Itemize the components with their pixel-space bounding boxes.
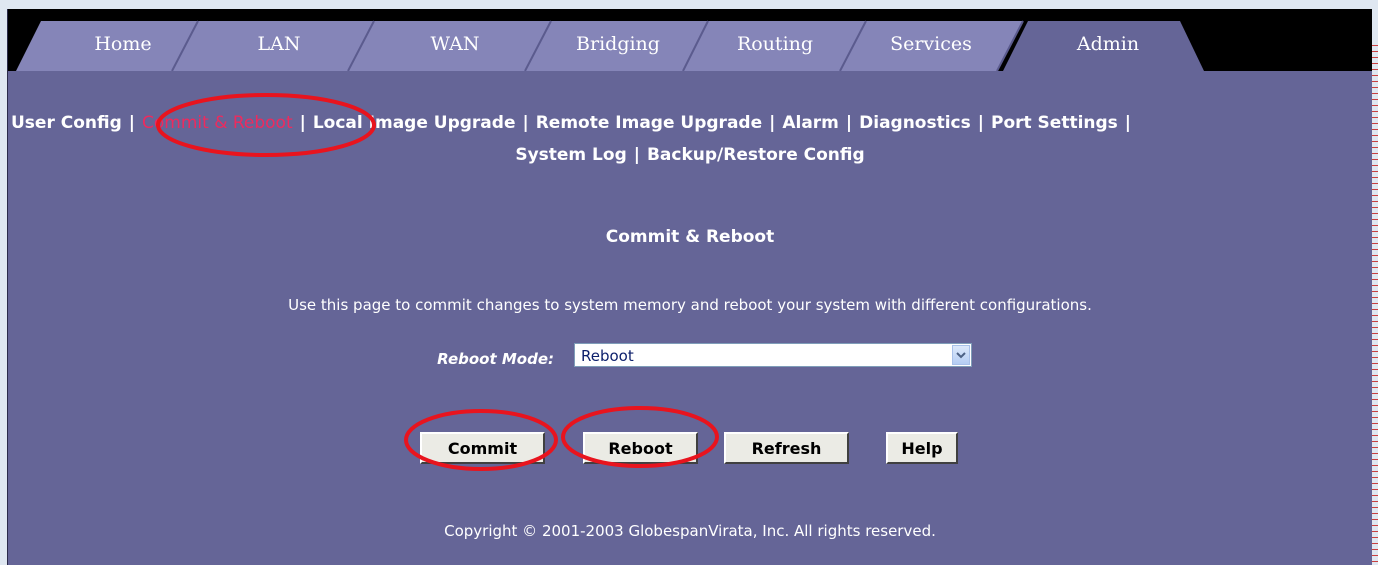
tab-services[interactable]: Services (876, 33, 986, 55)
subnav-local-image-upgrade[interactable]: Local Image Upgrade (313, 113, 516, 133)
tab-bar: Home LAN WAN Bridging Routing Services A… (8, 9, 1372, 71)
tab-admin[interactable]: Admin (1058, 33, 1158, 55)
router-admin-page: Home LAN WAN Bridging Routing Services A… (7, 9, 1372, 565)
subnav-separator: | (845, 113, 853, 133)
tab-bridging[interactable]: Bridging (563, 33, 673, 55)
reboot-button[interactable]: Reboot (583, 432, 698, 464)
tab-lan[interactable]: LAN (234, 33, 324, 55)
subnav-user-config[interactable]: User Config (11, 113, 122, 133)
reboot-mode-value: Reboot (581, 347, 634, 365)
annotation-overlay (156, 93, 719, 471)
subnav-separator: | (769, 113, 776, 133)
subnav-row-1: User Config | Commit & Reboot | Local Image … (11, 107, 1138, 139)
tab-shapes (16, 20, 1204, 71)
page-edge-border (1372, 40, 1378, 565)
subnav-separator: | (128, 113, 136, 133)
reboot-mode-label: Reboot Mode: (437, 350, 554, 368)
subnav-separator: | (1124, 113, 1132, 133)
chevron-down-icon[interactable] (952, 345, 970, 365)
tab-wan[interactable]: WAN (410, 33, 500, 55)
page-title: Commit & Reboot (605, 227, 775, 247)
subnav-system-log[interactable]: System Log (515, 145, 626, 165)
tab-home[interactable]: Home (78, 33, 168, 55)
commit-button[interactable]: Commit (420, 432, 545, 464)
help-button[interactable]: Help (886, 432, 958, 464)
page-description: Use this page to commit changes to syste… (288, 296, 1092, 314)
subnav-remote-image-upgrade[interactable]: Remote Image Upgrade (536, 113, 762, 133)
subnav-diagnostics[interactable]: Diagnostics (859, 113, 971, 133)
reboot-mode-select[interactable]: Reboot (574, 343, 972, 367)
subnav-alarm[interactable]: Alarm (782, 113, 839, 133)
subnav-separator: | (633, 145, 640, 165)
subnav-separator: | (522, 113, 529, 133)
subnav-port-settings[interactable]: Port Settings (991, 113, 1118, 133)
copyright-text: Copyright © 2001-2003 GlobespanVirata, I… (444, 522, 936, 540)
subnav-commit-reboot[interactable]: Commit & Reboot (142, 113, 293, 133)
subnav-separator: | (977, 113, 984, 133)
refresh-button[interactable]: Refresh (724, 432, 849, 464)
tab-routing[interactable]: Routing (720, 33, 830, 55)
subnav-row-2: System Log | Backup/Restore Config (8, 139, 1372, 171)
subnav-backup-restore-config[interactable]: Backup/Restore Config (647, 145, 865, 165)
subnav-separator: | (299, 113, 306, 133)
